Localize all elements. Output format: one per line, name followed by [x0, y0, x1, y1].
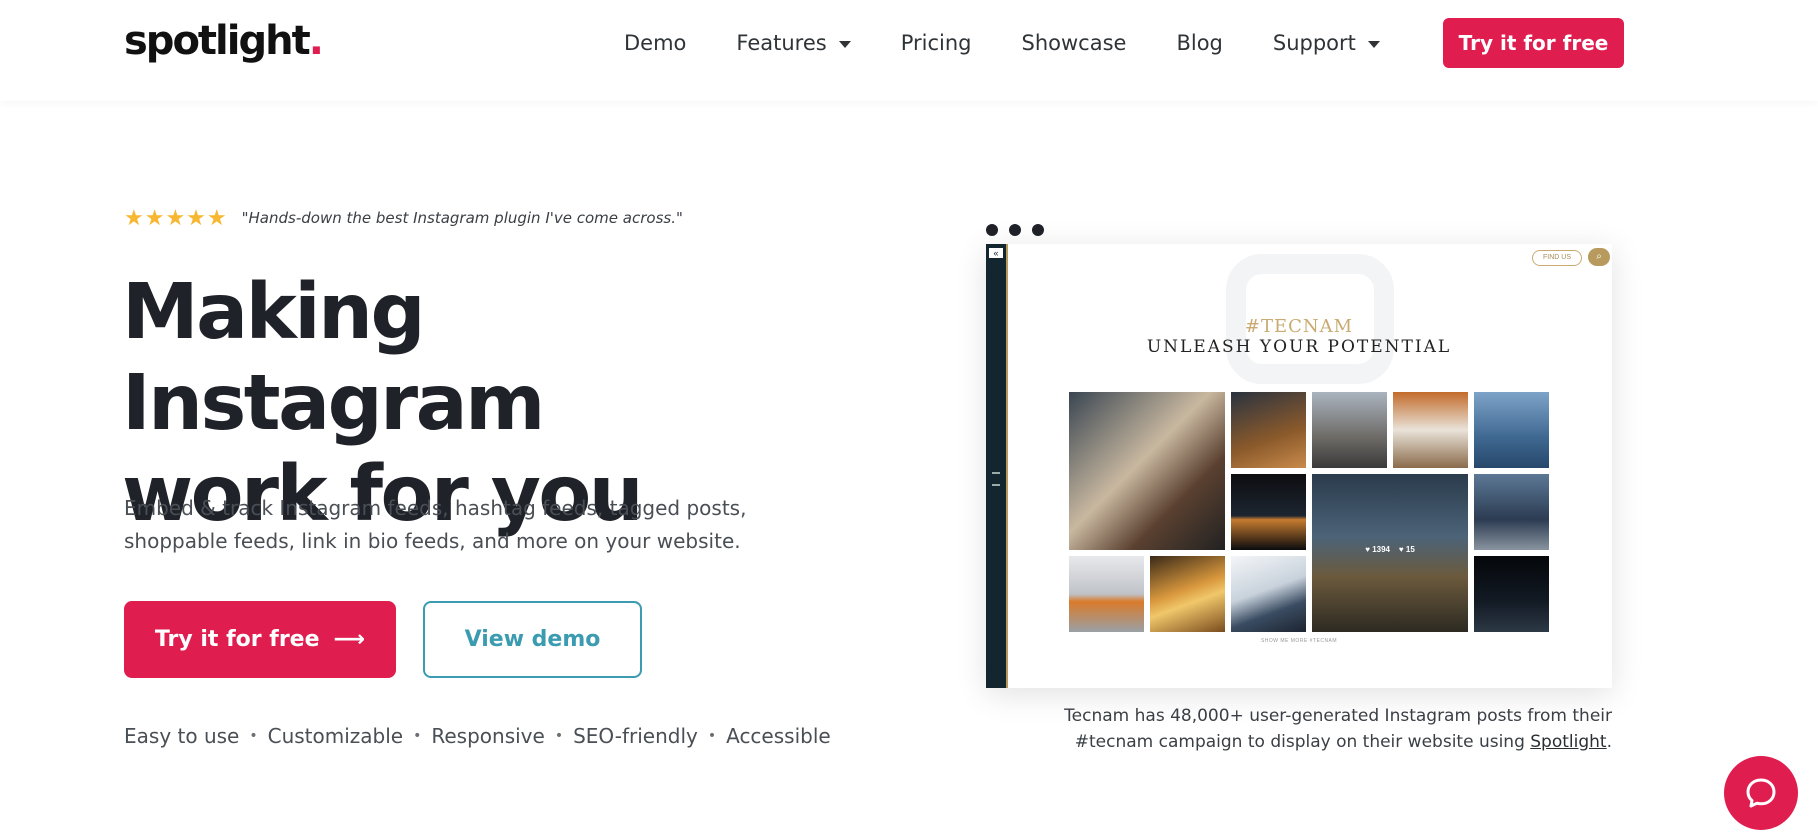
arrow-right-icon: ⟶ — [333, 627, 366, 652]
feature-item: Easy to use — [124, 724, 240, 748]
nav-item-features[interactable]: Features — [736, 31, 851, 55]
chevron-down-icon — [838, 40, 851, 48]
star-rating-icon: ★★★★★ — [124, 205, 228, 230]
bullet-separator: • — [249, 728, 258, 744]
feed-photo — [1230, 391, 1307, 469]
feed-photo — [1068, 555, 1145, 633]
post-stats: ♥ 1394 ♥ 15 — [1312, 545, 1468, 554]
search-icon: ⌕ — [1588, 248, 1610, 266]
caption-end: . — [1606, 732, 1612, 752]
feed-photo — [1392, 391, 1469, 469]
feature-item: Responsive — [431, 724, 545, 748]
mock-divider — [1006, 244, 1008, 688]
window-dot — [1009, 224, 1021, 236]
menu-icon — [992, 472, 1000, 486]
nav-item-blog[interactable]: Blog — [1176, 31, 1222, 55]
window-dot — [986, 224, 998, 236]
try-free-nav-button[interactable]: Try it for free — [1443, 18, 1624, 68]
bullet-separator: • — [707, 728, 717, 744]
show-more-link: SHOW ME MORE #TECNAM — [1260, 638, 1338, 644]
spotlight-link[interactable]: Spotlight — [1530, 732, 1606, 752]
review-quote: ★★★★★ "Hands-down the best Instagram plu… — [124, 205, 683, 231]
mock-sidebar: « — [986, 244, 1006, 688]
site-header: spotlight. Demo Features Pricing Showcas… — [0, 0, 1818, 101]
window-dot — [1032, 224, 1044, 236]
feed-photo — [1473, 473, 1550, 551]
comments-count: ♥ 15 — [1398, 545, 1415, 555]
testimonial-text: "Hands-down the best Instagram plugin I'… — [241, 209, 683, 227]
showcase-caption: Tecnam has 48,000+ user-generated Instag… — [1052, 703, 1612, 755]
feed-photo — [1311, 391, 1388, 469]
headline-line-1: Making Instagram — [122, 268, 545, 448]
feed-photo — [1230, 473, 1307, 551]
window-dots — [986, 224, 1044, 236]
feed-photo — [1230, 555, 1307, 633]
hero-description: Embed & track Instagram feeds, hashtag f… — [124, 496, 747, 553]
nav-item-showcase[interactable]: Showcase — [1022, 31, 1127, 55]
try-free-label: Try it for free — [154, 627, 320, 652]
feed-photo — [1473, 555, 1550, 633]
feature-item: Accessible — [726, 724, 831, 748]
bullet-separator: • — [413, 728, 422, 744]
feed-photo-highlighted: ♥ 1394 ♥ 15 — [1311, 473, 1469, 633]
feature-item: SEO-friendly — [573, 724, 698, 748]
main-nav: Demo Features Pricing Showcase Blog Supp… — [624, 0, 1430, 86]
feature-item: Customizable — [267, 724, 404, 748]
try-free-button[interactable]: Try it for free ⟶ — [124, 601, 396, 678]
feed-photo — [1473, 391, 1550, 469]
feed-photo — [1068, 391, 1226, 551]
likes-count: ♥ 1394 — [1365, 545, 1390, 555]
slogan-title: UNLEASH YOUR POTENTIAL — [1146, 337, 1452, 357]
nav-item-pricing[interactable]: Pricing — [901, 31, 972, 55]
bullet-separator: • — [554, 728, 564, 744]
nav-item-support[interactable]: Support — [1273, 31, 1380, 55]
chevron-down-icon — [1367, 40, 1380, 48]
nav-item-demo[interactable]: Demo — [624, 31, 686, 55]
showcase-screenshot: « FIND US ⌕ #TECNAM UNLEASH YOUR POTENTI… — [986, 244, 1612, 688]
spotlight-logo[interactable]: spotlight. — [124, 18, 324, 64]
instagram-feed-grid: ♥ 1394 ♥ 15 — [1068, 391, 1550, 633]
chat-bubble-icon — [1746, 778, 1776, 808]
view-demo-button[interactable]: View demo — [423, 601, 642, 678]
hashtag-title: #TECNAM — [1244, 316, 1354, 337]
feature-list: Easy to use • Customizable • Responsive … — [124, 724, 831, 748]
find-us-badge: FIND US — [1532, 250, 1582, 266]
chat-launcher-button[interactable] — [1724, 756, 1798, 830]
feed-photo — [1149, 555, 1226, 633]
collapse-icon: « — [989, 248, 1003, 258]
